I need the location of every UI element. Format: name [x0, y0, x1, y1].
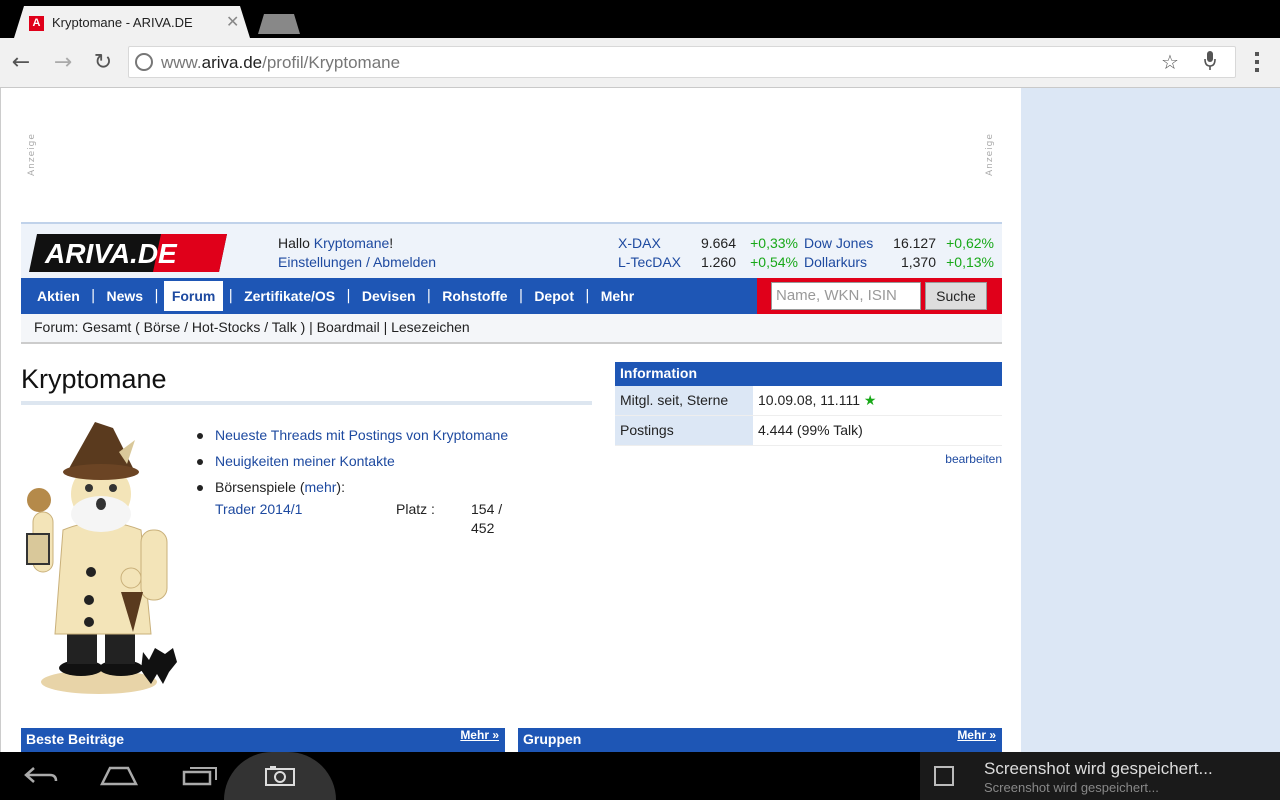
ticker-name[interactable]: L-TecDAX: [618, 253, 698, 272]
list-item: Neueste Threads mit Postings von Kryptom…: [197, 426, 508, 445]
notification[interactable]: Screenshot wird gespeichert... Screensho…: [920, 752, 1280, 800]
nav-item-depot[interactable]: Depot: [526, 288, 582, 304]
ariva-favicon-icon: A: [29, 16, 44, 31]
information-box: Information Mitgl. seit, Sterne 10.09.08…: [615, 362, 1002, 466]
threads-link[interactable]: Neueste Threads mit Postings von Kryptom…: [215, 427, 508, 443]
image-icon: [934, 766, 954, 786]
search-area: Name, WKN, ISIN Suche: [757, 278, 1002, 314]
main-navigation: Aktien | News | Forum | Zertifikate/OS | Dev…: [21, 278, 1002, 314]
ticker-name[interactable]: Dollarkurs: [804, 253, 886, 272]
contacts-news-link[interactable]: Neuigkeiten meiner Kontakte: [215, 453, 395, 469]
star-icon: ★: [863, 392, 877, 408]
tab-title: Kryptomane - ARIVA.DE: [52, 15, 193, 30]
ticker-change: +0,62%: [946, 235, 994, 251]
info-value: 4.444 (99% Talk): [758, 422, 863, 438]
page-content: Anzeige Anzeige ARIVA.DE Hallo Kryptoman…: [0, 88, 1021, 752]
information-title: Information: [615, 362, 1002, 386]
ticker-name[interactable]: X-DAX: [618, 234, 698, 253]
globe-icon: [135, 53, 153, 71]
info-value: 10.09.08, 11.111 ★: [758, 392, 877, 408]
ticker-column-2: Dow Jones 16.127 +0,62% Dollarkurs 1,370 +0,…: [804, 234, 994, 272]
info-key: Postings: [615, 416, 753, 445]
back-icon[interactable]: [24, 764, 58, 792]
profile-links: Neueste Threads mit Postings von Kryptom…: [197, 426, 508, 536]
ticker-column-1: X-DAX 9.664 +0,33% L-TecDAX 1.260 +0,54%: [618, 234, 798, 272]
ticker-change: +0,13%: [946, 254, 994, 270]
new-tab-button[interactable]: [258, 14, 300, 34]
home-icon[interactable]: [99, 764, 139, 792]
game-rank: 154 / 452: [471, 501, 503, 536]
site-header: ARIVA.DE Hallo Kryptomane! Einstellungen…: [21, 222, 1002, 278]
list-item: Neuigkeiten meiner Kontakte: [197, 452, 508, 471]
ticker-change: +0,54%: [750, 254, 798, 270]
system-navigation-bar: Screenshot wird gespeichert... Screensho…: [0, 752, 1280, 800]
ad-label-right: Anzeige: [985, 133, 995, 176]
close-tab-icon[interactable]: ✕: [226, 12, 239, 31]
logout-link[interactable]: Abmelden: [373, 254, 436, 270]
browser-toolbar: ← → ↻ www.ariva.de/profil/Kryptomane ☆: [0, 38, 1280, 88]
best-posts-header: Beste Beiträge Mehr »: [21, 728, 505, 752]
info-row: Postings 4.444 (99% Talk): [615, 416, 1002, 446]
settings-link[interactable]: Einstellungen: [278, 254, 362, 270]
ariva-logo[interactable]: ARIVA.DE: [29, 234, 227, 272]
best-posts-more-link[interactable]: Mehr »: [460, 728, 499, 742]
forward-icon[interactable]: →: [50, 50, 76, 76]
game-rank-label: Platz :: [396, 501, 435, 517]
notification-subtitle: Screenshot wird gespeichert...: [984, 780, 1159, 795]
ad-label-left: Anzeige: [27, 133, 37, 176]
page-viewport: Anzeige Anzeige ARIVA.DE Hallo Kryptoman…: [0, 88, 1280, 752]
game-row: Trader 2014/1 Platz : 154 / 452: [215, 500, 508, 536]
search-button[interactable]: Suche: [925, 282, 987, 310]
nav-item-mehr[interactable]: Mehr: [593, 288, 642, 304]
url-text: www.ariva.de/profil/Kryptomane: [161, 53, 401, 72]
nav-item-zertifikate[interactable]: Zertifikate/OS: [236, 288, 343, 304]
game-link[interactable]: Trader 2014/1: [215, 500, 302, 519]
nav-item-rohstoffe[interactable]: Rohstoffe: [434, 288, 515, 304]
ticker-change: +0,33%: [750, 235, 798, 251]
nav-item-forum[interactable]: Forum: [163, 281, 224, 311]
forum-subnav[interactable]: Forum: Gesamt ( Börse / Hot-Stocks / Tal…: [21, 314, 1002, 344]
search-input[interactable]: Name, WKN, ISIN: [771, 282, 921, 310]
username-link[interactable]: Kryptomane: [314, 235, 389, 251]
page-title: Kryptomane: [21, 364, 592, 405]
info-row: Mitgl. seit, Sterne 10.09.08, 11.111 ★: [615, 386, 1002, 416]
star-icon[interactable]: ☆: [1161, 50, 1179, 74]
groups-more-link[interactable]: Mehr »: [957, 728, 996, 742]
edit-link[interactable]: bearbeiten: [945, 452, 1002, 466]
nav-item-aktien[interactable]: Aktien: [29, 288, 88, 304]
camera-icon[interactable]: [264, 765, 296, 793]
notification-title: Screenshot wird gespeichert...: [984, 759, 1213, 778]
ticker-value: 1,370: [900, 254, 936, 270]
svg-text:ARIVA.DE: ARIVA.DE: [44, 238, 178, 269]
browser-tab[interactable]: A Kryptomane - ARIVA.DE ✕: [14, 6, 250, 38]
ticker-value: 16.127: [893, 235, 936, 251]
groups-header: Gruppen Mehr »: [518, 728, 1002, 752]
ticker-value: 9.664: [700, 235, 736, 251]
user-greeting: Hallo Kryptomane! Einstellungen / Abmeld…: [278, 235, 437, 270]
recent-apps-icon[interactable]: [182, 764, 218, 792]
mic-icon[interactable]: [1203, 50, 1217, 77]
address-bar[interactable]: www.ariva.de/profil/Kryptomane ☆: [128, 46, 1236, 78]
ticker-name[interactable]: Dow Jones: [804, 234, 886, 253]
avatar: [26, 422, 177, 694]
games-more-link[interactable]: mehr: [305, 479, 337, 495]
nav-item-devisen[interactable]: Devisen: [354, 288, 424, 304]
reload-icon[interactable]: ↻: [90, 50, 116, 76]
menu-icon[interactable]: [1250, 52, 1264, 76]
back-icon[interactable]: ←: [8, 50, 34, 76]
nav-item-news[interactable]: News: [99, 288, 152, 304]
list-item: Börsenspiele (mehr): Trader 2014/1 Platz…: [197, 478, 508, 536]
ticker-value: 1.260: [700, 254, 736, 270]
tab-strip: A Kryptomane - ARIVA.DE ✕: [0, 0, 1280, 38]
info-key: Mitgl. seit, Sterne: [615, 386, 753, 415]
